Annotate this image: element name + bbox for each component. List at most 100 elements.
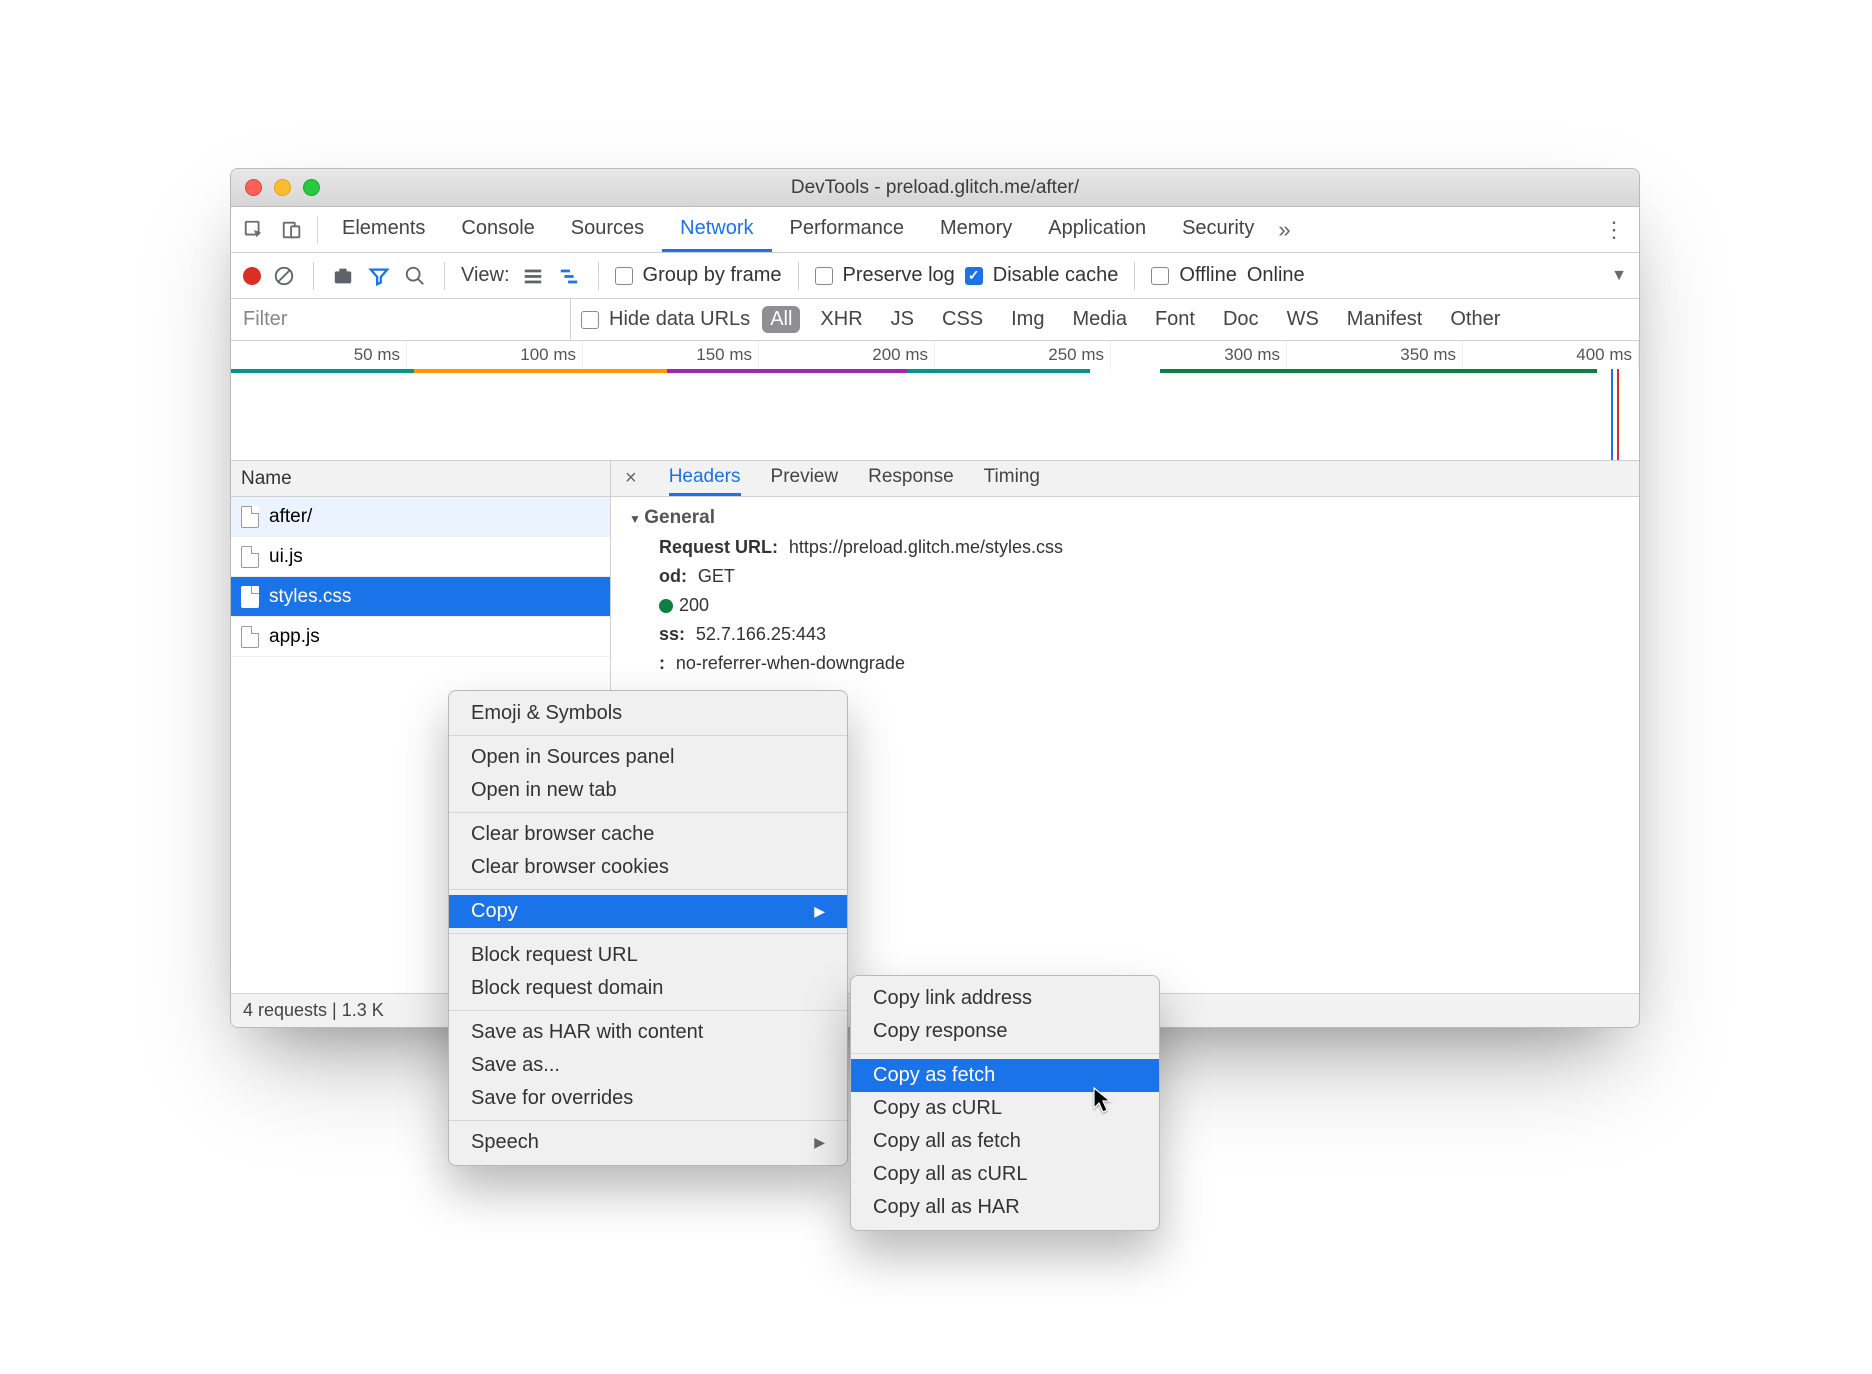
menu-item-open-in-sources-panel[interactable]: Open in Sources panel <box>449 741 847 774</box>
menu-item-speech[interactable]: Speech▶ <box>449 1126 847 1159</box>
disable-cache-option[interactable]: Disable cache <box>965 264 1119 287</box>
menu-item-emoji-symbols[interactable]: Emoji & Symbols <box>449 697 847 730</box>
timeline-tick: 150 ms <box>583 341 759 369</box>
disable-cache-checkbox[interactable] <box>965 267 983 285</box>
panel-tab-console[interactable]: Console <box>443 207 552 252</box>
menu-item-save-as[interactable]: Save as... <box>449 1049 847 1082</box>
timeline-tick: 200 ms <box>759 341 935 369</box>
panel-tab-elements[interactable]: Elements <box>324 207 443 252</box>
settings-kebab-icon[interactable]: ⋮ <box>1603 217 1625 243</box>
filter-type-manifest[interactable]: Manifest <box>1339 306 1431 333</box>
request-row[interactable]: styles.css <box>231 577 610 617</box>
group-by-frame-option[interactable]: Group by frame <box>615 264 782 287</box>
filter-toggle-icon[interactable] <box>366 263 392 289</box>
throttling-dropdown-icon[interactable]: ▼ <box>1611 267 1627 285</box>
hide-data-urls-checkbox[interactable] <box>581 311 599 329</box>
menu-item-open-in-new-tab[interactable]: Open in new tab <box>449 774 847 807</box>
filter-type-ws[interactable]: WS <box>1279 306 1327 333</box>
timeline-tick: 400 ms <box>1463 341 1639 369</box>
detail-tab-preview[interactable]: Preview <box>771 461 839 496</box>
separator <box>1134 262 1135 290</box>
offline-checkbox[interactable] <box>1151 267 1169 285</box>
panel-tab-sources[interactable]: Sources <box>553 207 662 252</box>
capture-screenshots-icon[interactable] <box>330 263 356 289</box>
panel-tab-performance[interactable]: Performance <box>772 207 923 252</box>
device-toolbar-icon[interactable] <box>277 215 307 245</box>
hide-data-urls-option[interactable]: Hide data URLs <box>581 308 750 331</box>
filter-type-css[interactable]: CSS <box>934 306 991 333</box>
request-name: styles.css <box>269 586 351 608</box>
request-row[interactable]: after/ <box>231 497 610 537</box>
submenu-arrow-icon: ▶ <box>814 903 825 920</box>
preserve-log-checkbox[interactable] <box>815 267 833 285</box>
panel-tab-network[interactable]: Network <box>662 207 771 252</box>
inspect-element-icon[interactable] <box>239 215 269 245</box>
throttling-online-label[interactable]: Online <box>1247 264 1305 287</box>
filter-type-all[interactable]: All <box>762 306 800 333</box>
menu-item-block-request-domain[interactable]: Block request domain <box>449 972 847 1005</box>
close-detail-icon[interactable]: × <box>619 467 643 490</box>
minimize-window-button[interactable] <box>274 179 291 196</box>
detail-tab-timing[interactable]: Timing <box>984 461 1040 496</box>
file-icon <box>241 506 259 528</box>
search-icon[interactable] <box>402 263 428 289</box>
menu-item-copy-all-as-har[interactable]: Copy all as HAR <box>851 1191 1159 1224</box>
menu-item-save-as-har-with-content[interactable]: Save as HAR with content <box>449 1016 847 1049</box>
panel-tab-memory[interactable]: Memory <box>922 207 1030 252</box>
detail-tab-headers[interactable]: Headers <box>669 461 741 496</box>
file-icon <box>241 586 259 608</box>
menu-item-copy-all-as-curl[interactable]: Copy all as cURL <box>851 1158 1159 1191</box>
close-window-button[interactable] <box>245 179 262 196</box>
timeline-domcontent-marker <box>1611 369 1613 460</box>
menu-item-copy-as-curl[interactable]: Copy as cURL <box>851 1092 1159 1125</box>
filter-type-js[interactable]: JS <box>883 306 922 333</box>
filter-type-media[interactable]: Media <box>1064 306 1134 333</box>
menu-item-block-request-url[interactable]: Block request URL <box>449 939 847 972</box>
preserve-log-option[interactable]: Preserve log <box>815 264 955 287</box>
menu-item-clear-browser-cookies[interactable]: Clear browser cookies <box>449 851 847 884</box>
menu-item-copy-response[interactable]: Copy response <box>851 1015 1159 1048</box>
group-by-frame-checkbox[interactable] <box>615 267 633 285</box>
filter-input[interactable] <box>231 299 571 340</box>
waterfall-overview <box>231 369 1639 373</box>
panel-tabs: ElementsConsoleSourcesNetworkPerformance… <box>231 207 1639 253</box>
network-timeline[interactable]: 50 ms100 ms150 ms200 ms250 ms300 ms350 m… <box>231 341 1639 461</box>
filter-type-img[interactable]: Img <box>1003 306 1052 333</box>
separator <box>317 216 318 244</box>
menu-item-copy-link-address[interactable]: Copy link address <box>851 982 1159 1015</box>
timeline-tick: 50 ms <box>231 341 407 369</box>
filter-bar: Hide data URLs All XHR JS CSS Img Media Font Do… <box>231 299 1639 341</box>
separator <box>444 262 445 290</box>
zoom-window-button[interactable] <box>303 179 320 196</box>
clear-icon[interactable] <box>271 263 297 289</box>
panel-tab-security[interactable]: Security <box>1164 207 1272 252</box>
filter-type-doc[interactable]: Doc <box>1215 306 1267 333</box>
separator <box>798 262 799 290</box>
panel-tab-application[interactable]: Application <box>1030 207 1164 252</box>
request-row[interactable]: app.js <box>231 617 610 657</box>
request-method-value: GET <box>698 566 735 586</box>
waterfall-view-icon[interactable] <box>556 263 582 289</box>
large-rows-icon[interactable] <box>520 263 546 289</box>
general-section-header[interactable]: General <box>629 507 1621 529</box>
mouse-cursor-icon <box>1092 1086 1110 1112</box>
request-row[interactable]: ui.js <box>231 537 610 577</box>
status-code-value: 200 <box>679 595 709 615</box>
detail-tab-response[interactable]: Response <box>868 461 954 496</box>
timeline-tick: 100 ms <box>407 341 583 369</box>
menu-item-copy-all-as-fetch[interactable]: Copy all as fetch <box>851 1125 1159 1158</box>
filter-type-other[interactable]: Other <box>1442 306 1508 333</box>
offline-option[interactable]: Offline <box>1151 264 1236 287</box>
filter-type-font[interactable]: Font <box>1147 306 1203 333</box>
name-column-header[interactable]: Name <box>231 461 610 497</box>
menu-item-copy-as-fetch[interactable]: Copy as fetch <box>851 1059 1159 1092</box>
filter-type-xhr[interactable]: XHR <box>812 306 870 333</box>
more-panels-icon[interactable]: » <box>1278 217 1290 243</box>
menu-item-copy[interactable]: Copy▶ <box>449 895 847 928</box>
traffic-lights <box>245 179 320 196</box>
separator <box>313 262 314 290</box>
menu-item-clear-browser-cache[interactable]: Clear browser cache <box>449 818 847 851</box>
menu-item-save-for-overrides[interactable]: Save for overrides <box>449 1082 847 1115</box>
file-icon <box>241 546 259 568</box>
record-button[interactable] <box>243 267 261 285</box>
